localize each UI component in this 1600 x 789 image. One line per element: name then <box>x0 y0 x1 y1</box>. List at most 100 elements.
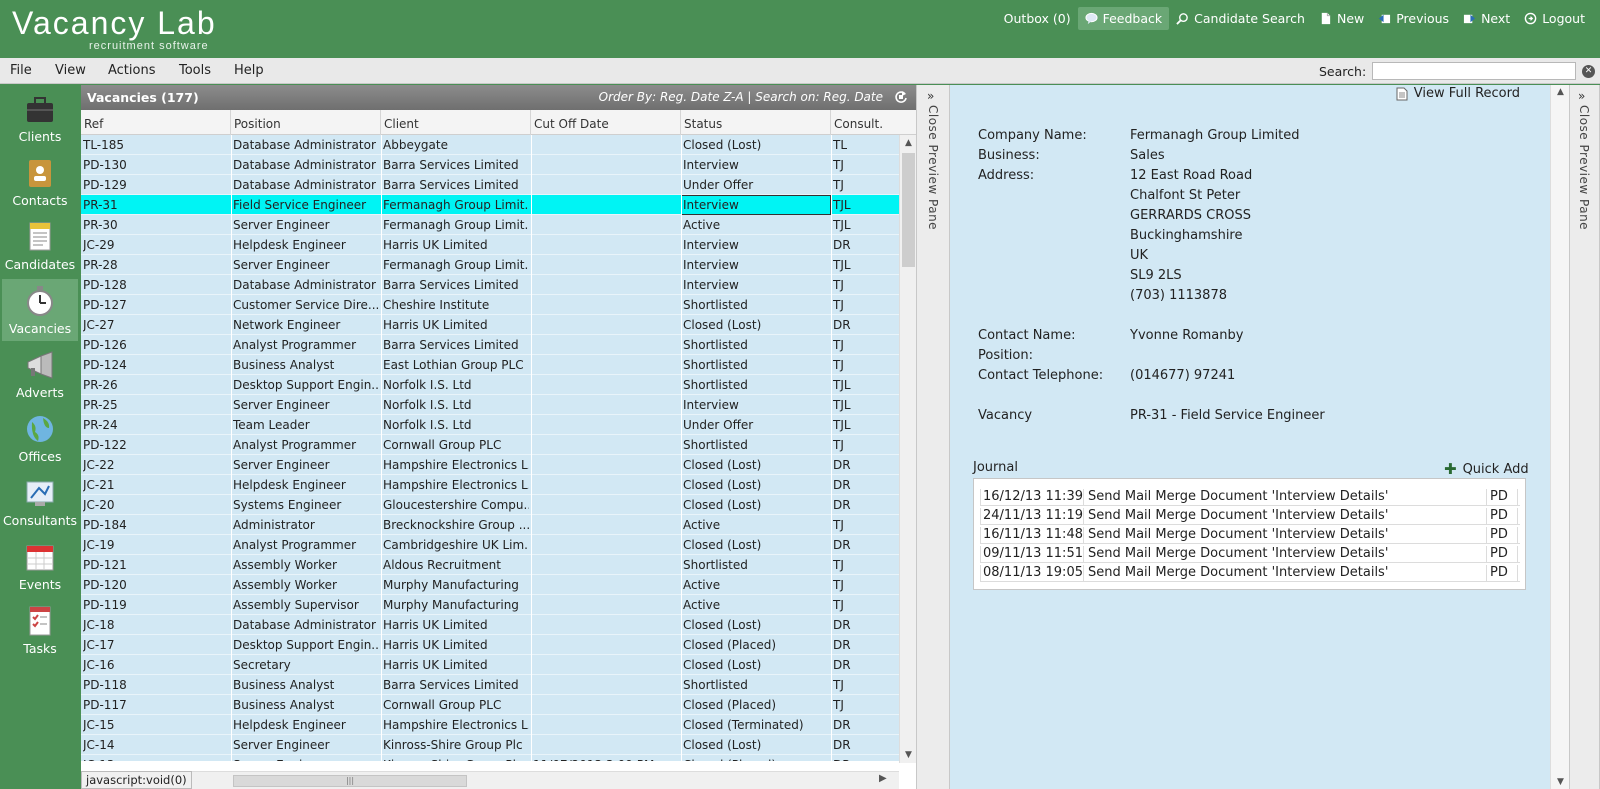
status-bar-hint: javascript:void(0) <box>81 771 192 789</box>
col-header-cut-off-date[interactable]: Cut Off Date <box>531 110 681 135</box>
cell-ref: PD-118 <box>83 678 127 692</box>
table-row[interactable]: PD-117 Business Analyst Cornwall Group PLC… <box>81 695 899 715</box>
cell-position: Customer Service Dire... <box>233 298 379 312</box>
grid-horizontal-scrollbar[interactable]: ||| ▶ <box>81 771 899 789</box>
sidebar-item-consultants[interactable]: Consultants <box>2 471 78 533</box>
journal-entry[interactable]: 16/11/13 11:48 Send Mail Merge Document '… <box>980 525 1520 544</box>
journal-entry[interactable]: 08/11/13 19:05 Send Mail Merge Document '… <box>980 563 1520 582</box>
sidebar-item-clients[interactable]: Clients <box>2 87 78 149</box>
col-header-consultant[interactable]: Consult. <box>831 110 916 135</box>
table-row[interactable]: PD-119 Assembly Supervisor Murphy Manufact… <box>81 595 899 615</box>
table-row[interactable]: JC-22 Server Engineer Hampshire Electronic… <box>81 455 899 475</box>
scrollbar-thumb[interactable] <box>902 153 915 267</box>
refresh-icon[interactable] <box>894 90 908 104</box>
journal-entry[interactable]: 09/11/13 11:51 Send Mail Merge Document '… <box>980 544 1520 563</box>
scroll-down-icon[interactable]: ▼ <box>900 747 917 763</box>
table-row[interactable]: PD-129 Database Administrator Barra Servic… <box>81 175 899 195</box>
menu-view[interactable]: View <box>55 63 86 78</box>
table-row[interactable]: JC-15 Helpdesk Engineer Hampshire Electron… <box>81 715 899 735</box>
table-row[interactable]: JC-16 Secretary Harris UK Limited Closed (L… <box>81 655 899 675</box>
table-row[interactable]: PR-24 Team Leader Norfolk I.S. Ltd Under Of… <box>81 415 899 435</box>
cell-position: Helpdesk Engineer <box>233 238 346 252</box>
journal-text: Send Mail Merge Document 'Interview Deta… <box>1088 565 1389 580</box>
sidebar-item-offices[interactable]: Offices <box>2 407 78 469</box>
cell-consultant: TJ <box>833 578 844 592</box>
horizontal-scroll-thumb[interactable]: ||| <box>233 775 467 787</box>
menu-file[interactable]: File <box>10 63 32 78</box>
scroll-down-icon[interactable]: ▼ <box>1551 777 1570 787</box>
table-row[interactable]: JC-21 Helpdesk Engineer Hampshire Electron… <box>81 475 899 495</box>
scroll-right-icon[interactable]: ▶ <box>879 773 887 784</box>
menu-actions[interactable]: Actions <box>108 63 156 78</box>
sidebar-item-contacts[interactable]: Contacts <box>2 151 78 213</box>
table-row[interactable]: PR-26 Desktop Support Engin... Norfolk I.S… <box>81 375 899 395</box>
cell-ref: PD-119 <box>83 598 127 612</box>
logout-button[interactable]: Logout <box>1517 7 1592 30</box>
journal-entry[interactable]: 16/12/13 11:39 Send Mail Merge Document '… <box>980 487 1520 506</box>
cell-position: Server Engineer <box>233 218 330 232</box>
app-logo[interactable]: Vacancy Lab recruitment software <box>12 6 217 52</box>
table-row[interactable]: PR-25 Server Engineer Norfolk I.S. Ltd Inte… <box>81 395 899 415</box>
table-row[interactable]: JC-20 Systems Engineer Gloucestershire Com… <box>81 495 899 515</box>
menu-tools[interactable]: Tools <box>179 63 211 78</box>
next-button[interactable]: Next <box>1456 7 1517 30</box>
sidebar-item-events[interactable]: Events <box>2 535 78 597</box>
sidebar-item-vacancies[interactable]: Vacancies <box>2 279 78 341</box>
table-row[interactable]: PR-28 Server Engineer Fermanagh Group Limi… <box>81 255 899 275</box>
cell-client: Barra Services Limited <box>383 178 519 192</box>
scroll-up-icon[interactable]: ▲ <box>900 135 917 151</box>
cell-status: Closed (Lost) <box>683 658 762 672</box>
outbox-link[interactable]: Outbox (0) <box>997 7 1078 30</box>
col-header-client[interactable]: Client <box>381 110 531 135</box>
sidebar-item-adverts[interactable]: Adverts <box>2 343 78 405</box>
col-header-position[interactable]: Position <box>231 110 381 135</box>
table-row[interactable]: PD-130 Database Administrator Barra Servic… <box>81 155 899 175</box>
quick-add-button[interactable]: ✚ Quick Add <box>1444 460 1529 478</box>
table-row[interactable]: JC-13 Server Engineer Kinross-Shire Group … <box>81 755 899 761</box>
clear-search-icon[interactable]: ✕ <box>1582 65 1595 78</box>
table-row[interactable]: PR-30 Server Engineer Fermanagh Group Limi… <box>81 215 899 235</box>
table-row[interactable]: JC-19 Analyst Programmer Cambridgeshire UK… <box>81 535 899 555</box>
cell-client: Hampshire Electronics L... <box>383 478 529 492</box>
table-row[interactable]: PD-118 Business Analyst Barra Services Lim… <box>81 675 899 695</box>
search-input[interactable] <box>1372 62 1576 80</box>
preview-vertical-scrollbar[interactable]: ▲ ▼ <box>1550 85 1569 789</box>
journal-text: Send Mail Merge Document 'Interview Deta… <box>1088 489 1389 504</box>
table-row[interactable]: PD-120 Assembly Worker Murphy Manufacturin… <box>81 575 899 595</box>
table-row[interactable]: JC-27 Network Engineer Harris UK Limited Cl… <box>81 315 899 335</box>
table-row[interactable]: PD-121 Assembly Worker Aldous Recruitment S… <box>81 555 899 575</box>
feedback-button[interactable]: Feedback <box>1077 6 1170 30</box>
table-row[interactable]: TL-185 Database Administrator Abbeygate Clo… <box>81 135 899 155</box>
cell-status: Closed (Lost) <box>683 738 762 752</box>
table-row[interactable]: PD-128 Database Administrator Barra Servic… <box>81 275 899 295</box>
table-row[interactable]: JC-18 Database Administrator Harris UK Lim… <box>81 615 899 635</box>
table-row[interactable]: PD-184 Administrator Brecknockshire Group … <box>81 515 899 535</box>
journal-entry[interactable]: 24/11/13 11:19 Send Mail Merge Document '… <box>980 506 1520 525</box>
chevron-right-icon: » <box>1578 89 1586 103</box>
table-row[interactable]: PD-124 Business Analyst East Lothian Group… <box>81 355 899 375</box>
new-button[interactable]: New <box>1312 7 1371 30</box>
scroll-up-icon[interactable]: ▲ <box>1551 87 1570 97</box>
table-row[interactable]: JC-29 Helpdesk Engineer Harris UK Limited I… <box>81 235 899 255</box>
cell-consultant: TJL <box>833 218 851 232</box>
close-preview-pane-left[interactable]: » Close Preview Pane <box>916 85 950 789</box>
sidebar-item-candidates[interactable]: Candidates <box>2 215 78 277</box>
view-full-record-button[interactable]: View Full Record <box>1396 86 1520 101</box>
table-row[interactable]: PD-122 Analyst Programmer Cornwall Group P… <box>81 435 899 455</box>
table-row[interactable]: JC-14 Server Engineer Kinross-Shire Group … <box>81 735 899 755</box>
candidate-search-button[interactable]: Candidate Search <box>1169 7 1312 30</box>
power-icon <box>1524 12 1537 24</box>
cell-ref: PD-184 <box>83 518 127 532</box>
menu-help[interactable]: Help <box>234 63 264 78</box>
sidebar-item-tasks[interactable]: Tasks <box>2 599 78 661</box>
table-row[interactable]: PD-126 Analyst Programmer Barra Services L… <box>81 335 899 355</box>
table-row[interactable]: PR-31 Field Service Engineer Fermanagh Gro… <box>81 195 899 215</box>
previous-button[interactable]: Previous <box>1371 7 1456 30</box>
chevron-right-icon: » <box>927 89 935 103</box>
table-row[interactable]: JC-17 Desktop Support Engin... Harris UK L… <box>81 635 899 655</box>
grid-vertical-scrollbar[interactable]: ▲ ▼ <box>899 135 916 763</box>
col-header-ref[interactable]: Ref <box>81 110 231 135</box>
table-row[interactable]: PD-127 Customer Service Dire... Cheshire I… <box>81 295 899 315</box>
close-preview-pane-right[interactable]: » Close Preview Pane <box>1569 85 1600 789</box>
col-header-status[interactable]: Status <box>681 110 831 135</box>
